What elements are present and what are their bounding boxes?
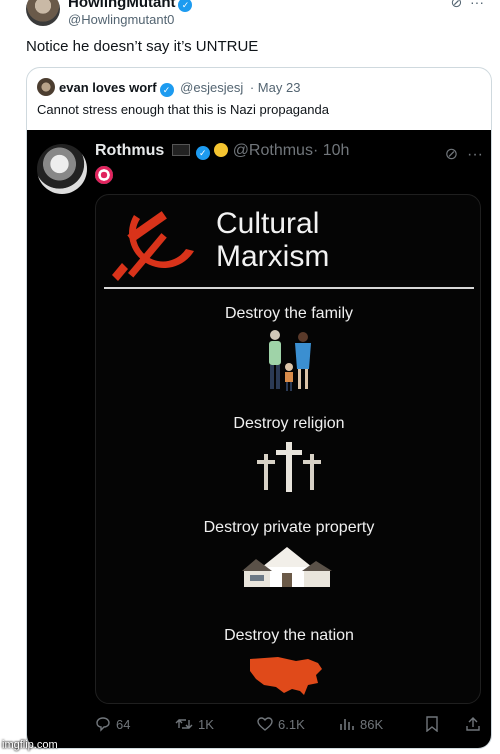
- share-button: [465, 716, 486, 732]
- watermark: imgflip.com: [2, 739, 58, 751]
- grok-icon[interactable]: ⊘: [450, 0, 462, 10]
- rothmus-header-icons: ⊘ ···: [445, 144, 483, 164]
- like-button: 6.1K: [257, 716, 305, 732]
- action-bar: 64 1K 6.1K 86K: [95, 714, 485, 738]
- coin-emoji-icon: [214, 143, 229, 157]
- meme-image: Cultural Marxism Destroy the family Dest…: [95, 194, 481, 704]
- caption-family: Destroy the family: [224, 305, 354, 322]
- bookmark-icon: [426, 716, 438, 733]
- target-emoji-icon: [95, 166, 113, 184]
- hammer-sickle-icon: [112, 211, 194, 281]
- outer-tweet-header: HowlingMutant ✓ @Howlingmutant0 ⊘ ···: [22, 0, 492, 28]
- meme-title-line1: Cultural: [216, 207, 320, 240]
- quoted-author-handle: @esjesjesj: [180, 80, 244, 95]
- crosses-icon: [257, 442, 321, 492]
- verified-badge-icon: ✓: [178, 0, 193, 12]
- author-name[interactable]: HowlingMutant ✓: [68, 0, 193, 12]
- meme-title: Cultural Marxism: [216, 207, 329, 273]
- family-icon: [269, 330, 311, 391]
- rothmus-time: · 10h: [312, 142, 350, 159]
- heart-icon: [257, 717, 273, 731]
- divider: [104, 287, 474, 289]
- quoted-tweet-text: Cannot stress enough that this is Nazi p…: [37, 102, 329, 117]
- verified-badge-icon: ✓: [195, 146, 210, 160]
- views-icon: [340, 719, 354, 730]
- attached-image[interactable]: Rothmus ✓ @Rothmus· 10h ⊘ ··· Cultural M…: [27, 130, 491, 748]
- repost-count: 1K: [198, 717, 214, 732]
- rothmus-handle: @Rothmus: [232, 142, 313, 159]
- views-count: 86K: [360, 717, 384, 732]
- quoted-avatar: [37, 78, 55, 96]
- author-name-text: HowlingMutant: [68, 0, 176, 11]
- quoted-tweet-card[interactable]: evan loves worf ✓ @esjesjesj · May 23 Can…: [26, 67, 492, 749]
- rothmus-avatar: [37, 144, 87, 194]
- repost-button: 1K: [175, 716, 214, 732]
- author-handle[interactable]: @Howlingmutant0: [68, 12, 174, 27]
- verified-badge-icon: ✓: [159, 83, 174, 97]
- rothmus-name: Rothmus: [95, 142, 165, 159]
- share-icon: [466, 717, 480, 731]
- meme-title-line2: Marxism: [216, 240, 330, 273]
- quoted-tweet-header: evan loves worf ✓ @esjesjesj · May 23: [37, 78, 300, 98]
- black-flag-icon: [171, 144, 190, 156]
- header-icons: ⊘ ···: [450, 0, 484, 11]
- avatar[interactable]: [26, 0, 60, 26]
- quoted-date: · May 23: [249, 80, 301, 95]
- reply-button: 64: [95, 716, 130, 732]
- reply-icon: [96, 717, 110, 732]
- caption-religion: Destroy religion: [233, 415, 345, 432]
- views-button: 86K: [339, 716, 383, 732]
- quoted-author-name: evan loves worf: [59, 80, 157, 95]
- like-count: 6.1K: [278, 717, 305, 732]
- caption-nation: Destroy the nation: [224, 627, 354, 644]
- house-icon: [242, 547, 332, 587]
- caption-property: Destroy private property: [203, 519, 375, 536]
- more-icon: ···: [467, 146, 483, 163]
- usa-map-icon: [250, 657, 322, 695]
- rothmus-header: Rothmus ✓ @Rothmus· 10h: [95, 142, 349, 160]
- bookmark-button: [425, 716, 444, 733]
- reply-count: 64: [116, 717, 131, 732]
- repost-icon: [175, 719, 193, 729]
- more-icon[interactable]: ···: [470, 0, 484, 10]
- tweet-text: Notice he doesn’t say it’s UNTRUE: [26, 38, 259, 55]
- grok-icon: ⊘: [444, 146, 459, 163]
